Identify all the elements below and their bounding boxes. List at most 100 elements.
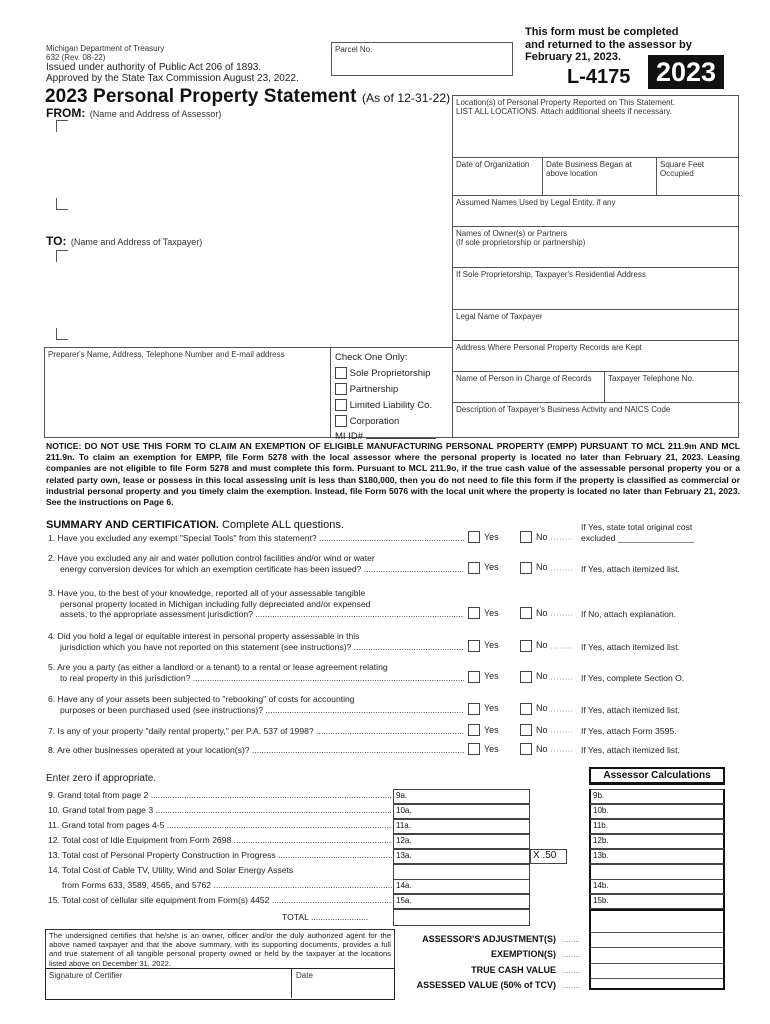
owners-field[interactable]: Names of Owner(s) or Partners (If sole p…	[453, 227, 738, 268]
question-text: 5. Are you a party (as either a landlord…	[48, 662, 468, 683]
entity-option-sole-proprietorship[interactable]: Sole Proprietorship	[335, 366, 453, 382]
yes-option[interactable]: Yes	[468, 531, 499, 543]
checkbox[interactable]	[468, 639, 480, 652]
checkbox[interactable]	[468, 724, 480, 736]
no-option[interactable]: No ........	[520, 561, 574, 574]
no-option[interactable]: No ........	[520, 743, 574, 755]
checkbox[interactable]	[468, 702, 480, 715]
leader-dots: ........	[562, 966, 580, 975]
checkbox[interactable]	[468, 561, 480, 574]
checkbox[interactable]	[468, 670, 480, 683]
yes-option[interactable]: Yes	[468, 607, 499, 619]
total-row-label: 10. Grand total from page 3 ............…	[48, 805, 392, 815]
entity-option-llc[interactable]: Limited Liability Co.	[335, 398, 453, 414]
no-option[interactable]: No ........	[520, 670, 574, 683]
input-15a[interactable]: 15a.	[393, 894, 530, 909]
locations-field[interactable]: Location(s) of Personal Property Reporte…	[453, 96, 738, 158]
yes-option[interactable]: Yes	[468, 561, 499, 574]
no-option[interactable]: No ........	[520, 639, 574, 652]
assessor-address-field[interactable]	[56, 120, 436, 210]
checkbox[interactable]	[335, 415, 347, 428]
assessor-calculations-title: Assessor Calculations	[589, 767, 725, 785]
input-total[interactable]	[393, 909, 530, 926]
telephone-field[interactable]: Taxpayer Telephone No.	[605, 372, 740, 403]
question-line: to real property in this jurisdiction? .…	[60, 672, 464, 683]
entity-option-corporation[interactable]: Corporation	[335, 414, 453, 430]
square-feet-field[interactable]: Square Feet Occupied	[657, 158, 740, 196]
input-13a[interactable]: 13a.	[393, 849, 530, 864]
checkbox[interactable]	[520, 607, 532, 619]
option-label: Partnership	[349, 384, 399, 395]
input-12b[interactable]: 12b.	[589, 834, 725, 849]
authority-text: Issued under authority of Public Act 206…	[46, 62, 262, 73]
checkbox-label: Yes	[484, 703, 499, 714]
yes-option[interactable]: Yes	[468, 724, 499, 736]
yes-option[interactable]: Yes	[468, 670, 499, 683]
checkbox[interactable]	[335, 399, 347, 412]
legal-name-field[interactable]: Legal Name of Taxpayer	[453, 310, 738, 341]
question-instruction: If Yes, attach itemized list.	[581, 563, 680, 574]
question-instruction: If Yes, attach Form 3595.	[581, 726, 677, 736]
leader-dots: ........	[562, 950, 580, 959]
input-14a-upper[interactable]	[393, 864, 530, 879]
checkbox[interactable]	[468, 607, 480, 619]
taxpayer-address-field[interactable]	[56, 250, 436, 340]
checkbox[interactable]	[468, 743, 480, 755]
mi-id-field[interactable]	[365, 430, 436, 439]
from-label: FROM:	[46, 106, 86, 120]
residential-address-field[interactable]: If Sole Proprietorship, Taxpayer's Resid…	[453, 268, 738, 310]
preparer-field[interactable]: Preparer's Name, Address, Telephone Numb…	[45, 348, 331, 437]
signature-field[interactable]: Signature of Certifier	[46, 969, 292, 998]
date-business-began-field[interactable]: Date Business Began at above location	[543, 158, 657, 196]
input-11a[interactable]: 11a.	[393, 819, 530, 834]
input-12a[interactable]: 12a.	[393, 834, 530, 849]
assumed-names-field[interactable]: Assumed Names Used by Legal Entity, if a…	[453, 196, 738, 227]
department-name: Michigan Department of Treasury	[46, 44, 165, 53]
input-14b[interactable]: 14b.	[589, 879, 725, 894]
checkbox[interactable]	[520, 670, 532, 683]
checkbox[interactable]	[520, 561, 532, 574]
parcel-number-field[interactable]: Parcel No.	[331, 42, 513, 76]
adjustment-input[interactable]	[591, 947, 723, 962]
no-option[interactable]: No ........	[520, 702, 574, 715]
adjustment-label: ASSESSED VALUE (50% of TCV)	[416, 980, 556, 990]
leader-dots: ........	[547, 702, 574, 713]
no-option[interactable]: No ........	[520, 607, 574, 619]
checkbox[interactable]	[520, 743, 532, 755]
yes-option[interactable]: Yes	[468, 702, 499, 715]
checkbox[interactable]	[520, 724, 532, 736]
input-9b[interactable]: 9b.	[589, 789, 725, 804]
question-text: 3. Have you, to the best of your knowled…	[48, 588, 468, 620]
telephone-label: Taxpayer Telephone No.	[608, 374, 695, 383]
input-15b[interactable]: 15b.	[589, 894, 725, 909]
checkbox[interactable]	[335, 367, 347, 380]
checkbox[interactable]	[468, 531, 480, 543]
adjustment-input[interactable]	[591, 932, 723, 947]
adjustment-input[interactable]	[591, 978, 723, 993]
yes-option[interactable]: Yes	[468, 639, 499, 652]
checkbox[interactable]	[520, 531, 532, 543]
no-option[interactable]: No ........	[520, 531, 574, 543]
date-organization-field[interactable]: Date of Organization	[453, 158, 543, 196]
checkbox-label: Yes	[484, 640, 499, 651]
checkbox[interactable]	[335, 383, 347, 396]
entity-option-partnership[interactable]: Partnership	[335, 382, 453, 398]
date-field[interactable]: Date	[293, 969, 393, 998]
business-description-field[interactable]: Description of Taxpayer's Business Activ…	[453, 403, 738, 438]
checkbox[interactable]	[520, 639, 532, 652]
input-10b[interactable]: 10b.	[589, 804, 725, 819]
to-sublabel: (Name and Address of Taxpayer)	[70, 237, 203, 247]
input-14b-upper[interactable]	[589, 864, 725, 879]
input-10a[interactable]: 10a.	[393, 804, 530, 819]
input-14a[interactable]: 14a.	[393, 879, 530, 894]
input-11b[interactable]: 11b.	[589, 819, 725, 834]
question-line: 6. Have any of your assets been subjecte…	[48, 694, 355, 704]
yes-option[interactable]: Yes	[468, 743, 499, 755]
input-9a[interactable]: 9a.	[393, 789, 530, 804]
no-option[interactable]: No ........	[520, 724, 574, 736]
adjustment-input[interactable]	[591, 963, 723, 978]
checkbox[interactable]	[520, 702, 532, 715]
input-13b[interactable]: 13b.	[589, 849, 725, 864]
person-in-charge-field[interactable]: Name of Person in Charge of Records	[453, 372, 605, 403]
records-address-field[interactable]: Address Where Personal Property Records …	[453, 341, 738, 372]
